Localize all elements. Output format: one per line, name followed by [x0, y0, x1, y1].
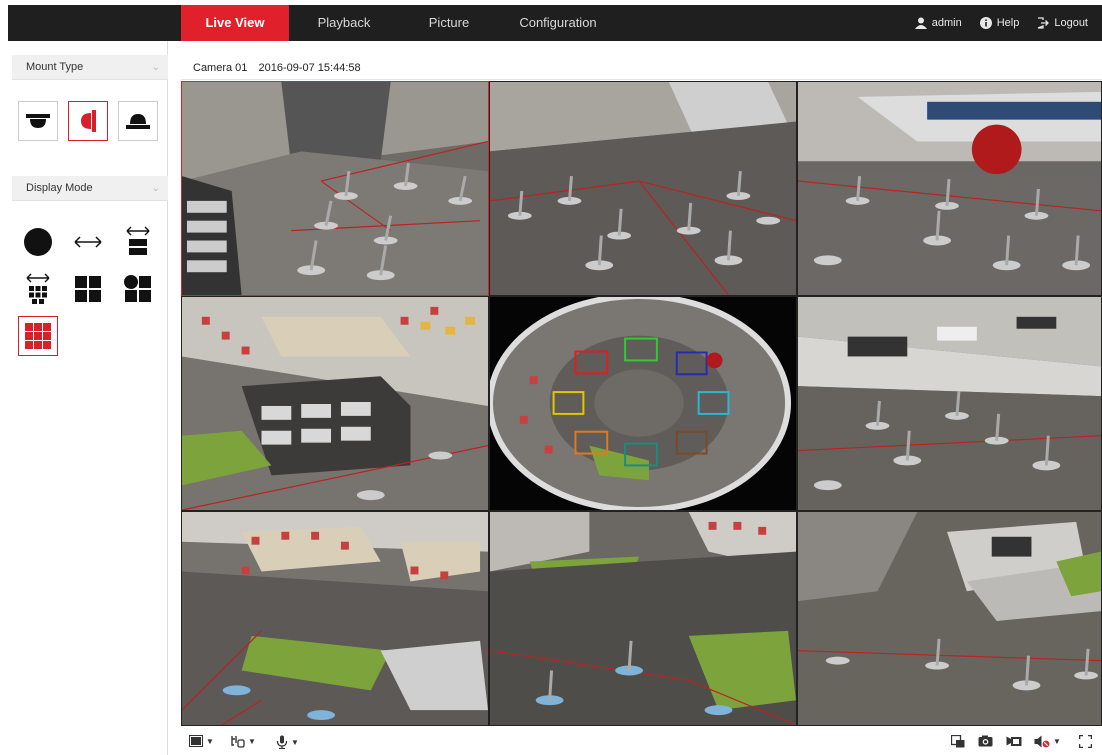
window-layout-button[interactable]: ▼	[189, 735, 214, 747]
tab-playback[interactable]: Playback	[289, 5, 399, 41]
audio-icon	[1034, 735, 1050, 748]
help-link[interactable]: Help	[979, 17, 1020, 29]
fisheye-mode-button[interactable]	[18, 222, 58, 262]
tab-picture[interactable]: Picture	[399, 5, 499, 41]
ptz-view-7[interactable]	[489, 511, 797, 726]
ptz-view-6[interactable]	[181, 511, 489, 726]
panorama-3ptz-icon	[26, 273, 50, 304]
tab-live-view[interactable]: Live View	[181, 5, 289, 41]
fisheye-8ptz-icon	[25, 323, 51, 349]
live-view-toolbar: ▼ ▼ ▼ ▼	[181, 728, 1102, 755]
user-icon	[914, 17, 927, 29]
chevron-down-icon: ⌄	[151, 62, 160, 73]
stream-type-button[interactable]: ▼	[231, 735, 256, 748]
wall-mount-button[interactable]	[68, 101, 108, 141]
username-label: admin	[931, 17, 962, 29]
video-frame	[182, 512, 488, 725]
fisheye-8ptz-mode-button[interactable]	[18, 316, 58, 356]
video-frame	[490, 512, 796, 725]
ptz-view-4[interactable]	[181, 296, 489, 511]
video-grid	[181, 81, 1102, 726]
display-mode-label: Display Mode	[26, 182, 93, 194]
mount-type-label: Mount Type	[26, 61, 84, 73]
camera-timestamp: 2016-09-07 15:44:58	[258, 62, 361, 74]
ptz-view-1[interactable]	[181, 81, 489, 296]
camera-info-bar: Camera 01 2016-09-07 15:44:58	[181, 57, 1102, 80]
video-frame	[798, 297, 1101, 510]
fisheye-3ptz-mode-button[interactable]	[118, 269, 158, 309]
fisheye-3ptz-icon	[124, 275, 151, 302]
user-area: admin Help Logout	[914, 5, 1088, 41]
user-menu[interactable]: admin	[914, 17, 962, 29]
help-label: Help	[996, 17, 1020, 29]
logout-label: Logout	[1054, 17, 1088, 29]
stream-type-icon	[231, 736, 245, 748]
video-frame	[490, 297, 796, 510]
dual-panorama-icon	[126, 226, 150, 255]
mount-type-header[interactable]: Mount Type ⌄	[12, 55, 168, 80]
window-layout-icon	[189, 735, 203, 747]
ptz-view-8[interactable]	[797, 511, 1102, 726]
video-frame	[182, 297, 488, 510]
main-tabs: Live View Playback Picture Configuration	[181, 5, 617, 41]
ptz-view-3[interactable]	[797, 81, 1102, 296]
quad-ptz-mode-button[interactable]	[68, 269, 108, 309]
video-frame	[798, 82, 1101, 295]
dropdown-arrow-icon: ▼	[248, 737, 256, 746]
top-navigation-bar: Live View Playback Picture Configuration…	[8, 5, 1102, 41]
logout-icon	[1038, 17, 1050, 29]
dropdown-arrow-icon: ▼	[291, 737, 299, 747]
dropdown-arrow-icon: ▼	[1053, 737, 1061, 746]
pip-button[interactable]	[951, 735, 965, 748]
ceiling-mount-button[interactable]	[18, 101, 58, 141]
microphone-button[interactable]: ▼	[276, 735, 299, 749]
chevron-down-icon: ⌄	[151, 183, 160, 194]
pip-icon	[951, 735, 965, 748]
dropdown-arrow-icon: ▼	[206, 736, 214, 746]
desktop-mount-icon	[126, 114, 150, 129]
desktop-mount-button[interactable]	[118, 101, 158, 141]
dual-panorama-mode-button[interactable]	[118, 222, 158, 262]
fisheye-view[interactable]	[489, 296, 797, 511]
tab-configuration[interactable]: Configuration	[499, 5, 617, 41]
fullscreen-icon	[1079, 735, 1092, 748]
logout-link[interactable]: Logout	[1037, 17, 1088, 29]
quad-ptz-icon	[75, 276, 101, 302]
video-frame	[798, 512, 1101, 725]
wall-mount-icon	[81, 110, 96, 132]
capture-button[interactable]	[978, 735, 993, 747]
capture-icon	[978, 735, 993, 747]
video-frame	[490, 82, 796, 295]
ceiling-mount-icon	[26, 114, 50, 128]
video-frame	[182, 82, 488, 295]
fullscreen-button[interactable]	[1079, 735, 1092, 748]
audio-button[interactable]: ▼	[1034, 735, 1061, 748]
panorama-icon	[74, 236, 102, 248]
ptz-view-2[interactable]	[489, 81, 797, 296]
record-icon	[1006, 736, 1022, 746]
ptz-view-5[interactable]	[797, 296, 1102, 511]
fisheye-icon	[24, 228, 52, 256]
record-button[interactable]	[1006, 735, 1022, 747]
panorama-mode-button[interactable]	[68, 222, 108, 262]
microphone-icon	[276, 735, 288, 749]
left-panel: Mount Type ⌄ Display Mode ⌄	[8, 41, 168, 755]
panorama-3ptz-mode-button[interactable]	[18, 269, 58, 309]
camera-name: Camera 01	[193, 62, 248, 74]
display-mode-header[interactable]: Display Mode ⌄	[12, 176, 168, 201]
help-icon	[979, 17, 992, 29]
